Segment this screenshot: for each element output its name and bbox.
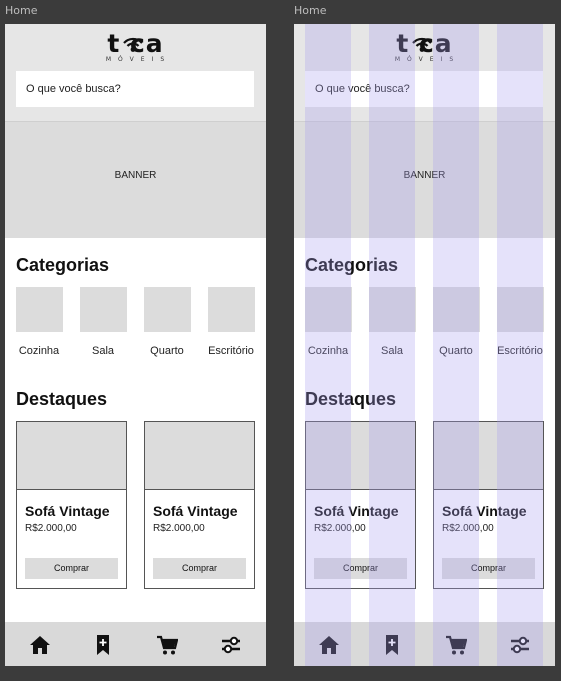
product-card[interactable]: Sofá Vintage R$2.000,00 Comprar (16, 421, 127, 589)
product-image (145, 422, 254, 490)
grid-column (369, 24, 415, 666)
category-tile-sala[interactable] (80, 287, 127, 332)
grid-column (497, 24, 543, 666)
category-label: Escritório (208, 345, 254, 357)
grid-column (305, 24, 351, 666)
grid-column (433, 24, 479, 666)
banner-label: BANNER (114, 170, 157, 181)
product-name: Sofá Vintage (153, 503, 238, 519)
category-label: Sala (91, 345, 115, 357)
category-label: Quarto (150, 345, 184, 357)
buy-button[interactable]: Comprar (25, 558, 118, 579)
logo-subtitle: MÓVEIS (105, 56, 172, 63)
product-price: R$2.000,00 (25, 523, 77, 534)
buy-button[interactable]: Comprar (153, 558, 246, 579)
product-name: Sofá Vintage (25, 503, 110, 519)
category-tile-cozinha[interactable] (16, 287, 63, 332)
product-image (17, 422, 126, 490)
home-frame: t ca MÓVEIS O que você busca? BANNER Cat… (5, 24, 266, 666)
home-frame-grid: t ca MÓVEIS O que você busca? BANNER Cat… (294, 24, 555, 666)
banner[interactable]: BANNER (5, 121, 266, 238)
bookmark-add-icon[interactable] (92, 634, 114, 656)
filter-sliders-icon[interactable] (220, 634, 242, 656)
frame-label: Home (5, 4, 38, 17)
product-price: R$2.000,00 (153, 523, 205, 534)
bottom-nav (5, 622, 266, 666)
home-icon[interactable] (29, 634, 51, 656)
cart-icon[interactable] (156, 634, 178, 656)
category-tile-quarto[interactable] (144, 287, 191, 332)
category-tile-escritorio[interactable] (208, 287, 255, 332)
product-card[interactable]: Sofá Vintage R$2.000,00 Comprar (144, 421, 255, 589)
category-label: Cozinha (18, 345, 60, 357)
header: t ca MÓVEIS O que você busca? (5, 24, 266, 121)
frame-label: Home (294, 4, 327, 17)
highlights-title: Destaques (16, 389, 108, 409)
logo: t ca MÓVEIS (5, 31, 266, 64)
categories-title: Categorias (16, 255, 110, 275)
search-input[interactable]: O que você busca? (16, 71, 254, 107)
wifi-logo-icon (123, 37, 143, 52)
